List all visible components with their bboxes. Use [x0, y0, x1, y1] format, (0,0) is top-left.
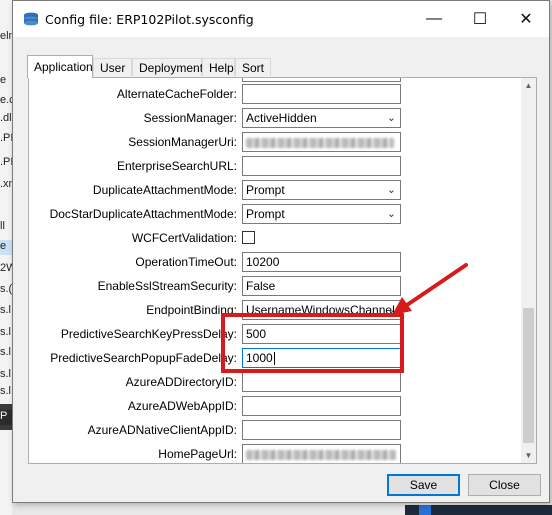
field-label: AzureADWebAppID:	[127, 399, 237, 413]
settings-row: SessionManagerUri:	[29, 132, 519, 154]
dropdown-value: ActiveHidden	[246, 111, 317, 125]
background-taskbar	[405, 505, 552, 515]
chevron-down-icon: ⌄	[386, 112, 396, 124]
partial-field-input[interactable]	[242, 78, 401, 82]
background-item: s.l	[0, 304, 11, 316]
chevron-down-icon: ⌄	[386, 184, 396, 196]
settings-row: WCFCertValidation:	[29, 228, 519, 250]
settings-row	[29, 78, 519, 84]
home-page-url-input[interactable]	[242, 444, 401, 463]
field-label: WCFCertValidation:	[131, 231, 237, 245]
dropdown-value: Prompt	[246, 183, 285, 197]
background-item: e	[0, 240, 12, 255]
annotation-highlight-box	[221, 313, 404, 373]
title-bar[interactable]: Config file: ERP102Pilot.sysconfig — ☐ ✕	[13, 1, 549, 37]
field-label: SessionManagerUri:	[128, 135, 237, 149]
tab-deployment[interactable]: Deployment	[132, 58, 203, 76]
duplicate-attachment-mode-dropdown[interactable]: Prompt ⌄	[242, 180, 401, 200]
session-manager-uri-input[interactable]	[242, 132, 401, 152]
field-label: AlternateCacheFolder:	[116, 87, 237, 101]
obscured-value	[246, 450, 396, 460]
background-item: s.l	[0, 385, 11, 397]
azure-ad-native-client-app-id-input[interactable]	[242, 420, 401, 440]
background-item: s.l	[0, 368, 11, 380]
chevron-down-icon: ⌄	[386, 208, 396, 220]
tab-sort[interactable]: Sort	[235, 58, 271, 76]
maximize-button[interactable]: ☐	[457, 1, 503, 37]
tab-user[interactable]: User	[93, 58, 132, 76]
settings-row: EnterpriseSearchURL:	[29, 156, 519, 178]
stacked-layers-icon	[24, 12, 38, 26]
wcf-cert-validation-checkbox[interactable]	[242, 231, 255, 244]
scroll-up-icon[interactable]: ▲	[521, 78, 536, 93]
vertical-scrollbar[interactable]: ▲ ▼	[521, 78, 536, 463]
background-item: eln	[0, 30, 12, 42]
field-label: EnterpriseSearchURL:	[116, 159, 237, 173]
config-dialog: Config file: ERP102Pilot.sysconfig — ☐ ✕…	[12, 0, 550, 503]
obscured-value	[246, 138, 394, 148]
background-item: P	[0, 410, 12, 425]
enterprise-search-url-input[interactable]	[242, 156, 401, 176]
tab-help[interactable]: Help	[202, 58, 235, 76]
background-item: e	[0, 74, 7, 86]
field-label: HomePageUrl:	[158, 447, 237, 461]
background-item: ll	[0, 220, 5, 232]
save-button[interactable]: Save	[387, 474, 460, 496]
settings-row: AzureADDirectoryID:	[29, 372, 519, 394]
settings-row: DuplicateAttachmentMode: Prompt ⌄	[29, 180, 519, 202]
field-label: DuplicateAttachmentMode:	[92, 183, 237, 197]
close-button[interactable]: Close	[468, 474, 541, 496]
field-label: EnableSslStreamSecurity:	[97, 279, 237, 293]
background-item: s.(	[0, 283, 12, 295]
azure-ad-web-app-id-input[interactable]	[242, 396, 401, 416]
settings-row: HomePageUrl:	[29, 444, 519, 463]
scroll-thumb[interactable]	[523, 308, 534, 443]
window-title: Config file: ERP102Pilot.sysconfig	[45, 12, 254, 27]
settings-row: AlternateCacheFolder:	[29, 84, 519, 106]
docstar-duplicate-attachment-mode-dropdown[interactable]: Prompt ⌄	[242, 204, 401, 224]
minimize-button[interactable]: —	[411, 1, 457, 37]
scroll-down-icon[interactable]: ▼	[521, 448, 536, 463]
session-manager-dropdown[interactable]: ActiveHidden ⌄	[242, 108, 401, 128]
background-item: s.l	[0, 346, 11, 358]
background-item: 2W	[0, 262, 12, 274]
background-explorer: eln e e.c .dl .PI .PI .xn ll e 2W s.( s.…	[0, 0, 12, 515]
background-item: e.c	[0, 94, 12, 106]
alternate-cache-folder-input[interactable]	[242, 84, 401, 104]
field-label: PredictiveSearchPopupFadeDelay:	[50, 351, 237, 365]
azure-ad-directory-id-input[interactable]	[242, 372, 401, 392]
close-window-button[interactable]: ✕	[503, 1, 549, 37]
operation-timeout-input[interactable]: 10200	[242, 252, 401, 272]
background-item: s.l	[0, 326, 11, 338]
background-item: .PI	[0, 156, 12, 168]
settings-row: SessionManager: ActiveHidden ⌄	[29, 108, 519, 130]
settings-row: AzureADNativeClientAppID:	[29, 420, 519, 442]
enable-ssl-stream-security-input[interactable]: False	[242, 276, 401, 296]
field-label: DocStarDuplicateAttachmentMode:	[49, 207, 237, 221]
settings-row: DocStarDuplicateAttachmentMode: Prompt ⌄	[29, 204, 519, 226]
background-item: .dl	[0, 112, 12, 124]
background-item: .PI	[0, 132, 12, 144]
field-label: PredictiveSearchKeyPressDelay:	[60, 327, 237, 341]
settings-row: AzureADWebAppID:	[29, 396, 519, 418]
field-label: OperationTimeOut:	[135, 255, 237, 269]
field-label: AzureADNativeClientAppID:	[87, 423, 237, 437]
background-item: .xn	[0, 178, 12, 190]
tab-application[interactable]: Application	[27, 55, 93, 78]
dropdown-value: Prompt	[246, 207, 285, 221]
annotation-arrow-icon	[392, 263, 468, 315]
field-label: AzureADDirectoryID:	[125, 375, 237, 389]
field-label: SessionManager:	[143, 111, 237, 125]
background-toolbar: P	[0, 404, 12, 430]
